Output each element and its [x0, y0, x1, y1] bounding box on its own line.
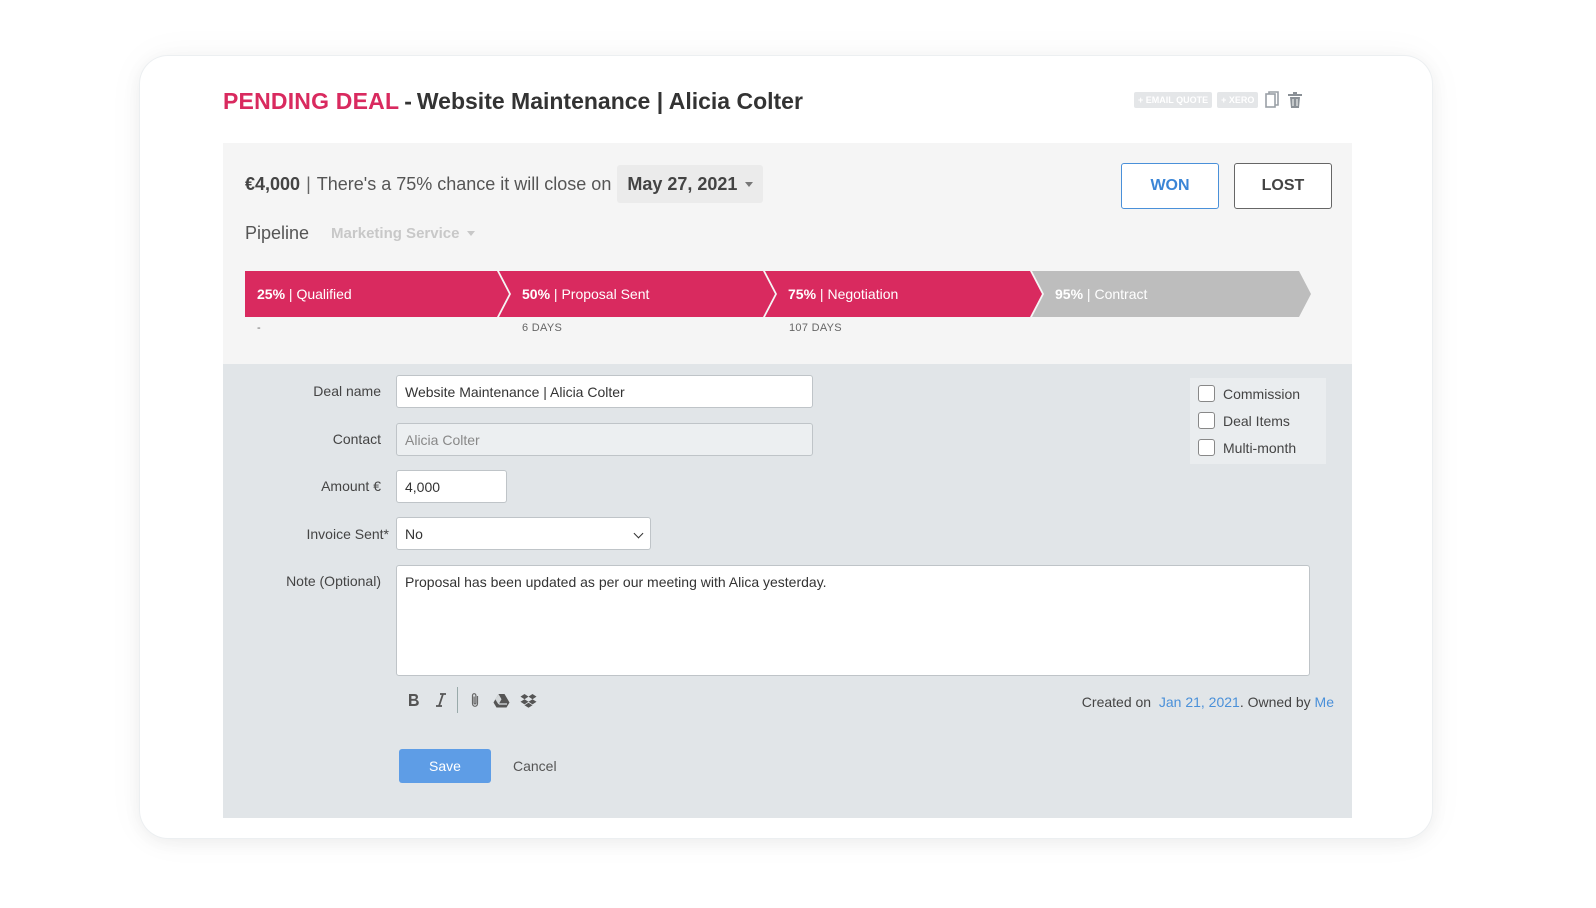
stage-label: 25% | Qualified	[257, 286, 352, 302]
multi-month-label: Multi-month	[1223, 439, 1297, 456]
stage-contract[interactable]: 95% | Contract	[1032, 271, 1311, 317]
dropbox-icon[interactable]	[515, 688, 542, 712]
trash-icon[interactable]	[1286, 90, 1304, 110]
stage-days-proposal-sent: 6 DAYS	[522, 322, 563, 334]
italic-icon[interactable]	[427, 688, 454, 712]
owner-link[interactable]: Me	[1315, 694, 1334, 710]
save-button[interactable]: Save	[399, 749, 491, 783]
invoice-sent-value: No	[405, 525, 423, 542]
copy-icon[interactable]	[1263, 90, 1281, 110]
note-label: Note (Optional)	[286, 573, 381, 589]
note-value: Proposal has been updated as per our mee…	[405, 574, 827, 590]
commission-checkbox[interactable]: Commission	[1198, 385, 1300, 402]
stage-negotiation[interactable]: 75% | Negotiation	[765, 271, 1042, 317]
chevron-down-icon	[745, 181, 754, 187]
close-chance-text: There's a 75% chance it will close on	[316, 173, 612, 194]
amount-value: 4,000	[405, 478, 441, 495]
pipeline-stages: 25% | Qualified 50% | Proposal Sent 75% …	[245, 271, 1315, 317]
deal-options: Commission Deal Items Multi-month	[1190, 378, 1326, 464]
deal-name-input[interactable]: Website Maintenance | Alicia Colter	[396, 375, 813, 408]
checkbox-box[interactable]	[1198, 385, 1215, 402]
toolbar-divider	[457, 687, 458, 713]
email-quote-button[interactable]: + EMAIL QUOTE	[1134, 92, 1213, 108]
deal-summary-line: €4,000 | There's a 75% chance it will cl…	[245, 165, 764, 203]
deal-summary-panel: €4,000 | There's a 75% chance it will cl…	[223, 143, 1352, 364]
deal-title: Website Maintenance | Alicia Colter	[416, 87, 803, 114]
stage-label: 95% | Contract	[1055, 286, 1148, 302]
chevron-down-icon	[633, 528, 644, 539]
deal-name-label: Deal name	[313, 383, 381, 399]
pipeline-label: Pipeline	[245, 222, 310, 243]
owned-prefix: . Owned by	[1239, 694, 1311, 710]
invoice-sent-label: Invoice Sent*	[306, 526, 390, 542]
stage-proposal-sent[interactable]: 50% | Proposal Sent	[499, 271, 775, 317]
created-prefix: Created on	[1081, 694, 1152, 710]
commission-label: Commission	[1223, 385, 1301, 402]
summary-pipe: |	[306, 173, 311, 194]
note-textarea[interactable]: Proposal has been updated as per our mee…	[396, 565, 1310, 676]
google-drive-icon[interactable]	[488, 688, 515, 712]
contact-input[interactable]: Alicia Colter	[396, 423, 813, 456]
pipeline-dropdown[interactable]: Marketing Service	[331, 224, 476, 242]
deal-items-label: Deal Items	[1223, 412, 1290, 429]
checkbox-box[interactable]	[1198, 439, 1215, 456]
title-separator: -	[404, 87, 412, 114]
stage-label: 50% | Proposal Sent	[522, 286, 650, 302]
created-date-link[interactable]: Jan 21, 2021	[1159, 694, 1240, 710]
header-tools: + EMAIL QUOTE + XERO	[1134, 90, 1304, 110]
attachment-icon[interactable]	[461, 688, 488, 712]
stage-label: 75% | Negotiation	[788, 286, 899, 302]
xero-button[interactable]: + XERO	[1217, 92, 1259, 108]
deal-name-value: Website Maintenance | Alicia Colter	[405, 383, 625, 400]
deal-amount: €4,000	[245, 173, 301, 194]
stage-days-negotiation: 107 DAYS	[789, 322, 842, 334]
stage-days-qualified: -	[257, 322, 261, 334]
won-button[interactable]: WON	[1121, 163, 1219, 209]
cancel-button[interactable]: Cancel	[513, 749, 557, 783]
checkbox-box[interactable]	[1198, 412, 1215, 429]
deal-edit-form: Deal name Website Maintenance | Alicia C…	[223, 364, 1352, 818]
deal-status: PENDING DEAL	[223, 87, 400, 114]
amount-input[interactable]: 4,000	[396, 470, 507, 503]
pipeline-value: Marketing Service	[331, 224, 460, 242]
contact-placeholder: Alicia Colter	[405, 431, 480, 448]
close-date-dropdown[interactable]: May 27, 2021	[617, 165, 764, 203]
deal-items-checkbox[interactable]: Deal Items	[1198, 412, 1290, 429]
chevron-down-icon	[467, 230, 476, 236]
invoice-sent-select[interactable]: No	[396, 517, 651, 550]
deal-header: PENDING DEAL - Website Maintenance | Ali…	[223, 86, 803, 116]
amount-label: Amount €	[321, 478, 381, 494]
bold-icon[interactable]	[400, 688, 427, 712]
deal-meta: Created on Jan 21, 2021. Owned by Me	[1082, 694, 1334, 710]
close-date-value: May 27, 2021	[627, 173, 738, 194]
contact-label: Contact	[332, 431, 381, 447]
stage-qualified[interactable]: 25% | Qualified	[245, 271, 509, 317]
multi-month-checkbox[interactable]: Multi-month	[1198, 439, 1296, 456]
lost-button[interactable]: LOST	[1234, 163, 1332, 209]
note-toolbar	[400, 686, 542, 714]
pipeline-row: Pipeline Marketing Service	[245, 221, 476, 245]
